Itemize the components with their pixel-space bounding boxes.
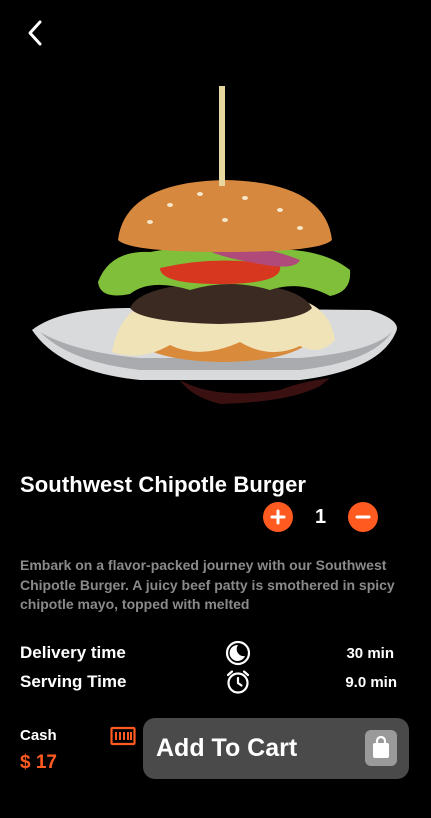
decrease-button[interactable] — [348, 502, 378, 532]
add-to-cart-label: Add To Cart — [156, 734, 298, 762]
serving-time-label: Serving Time — [20, 672, 127, 691]
delivery-time-value: 30 min — [346, 644, 394, 662]
alarm-clock-icon — [226, 670, 250, 694]
cash-icon — [110, 726, 136, 746]
increase-button[interactable] — [263, 502, 293, 532]
product-title: Southwest Chipotle Burger — [20, 472, 307, 497]
burger-image — [32, 86, 397, 404]
delivery-time-row: Delivery time 30 min — [20, 640, 410, 666]
delivery-time-label: Delivery time — [20, 643, 126, 662]
shopping-bag-icon — [365, 730, 397, 766]
chevron-left-icon — [28, 20, 42, 46]
quantity-stepper: 1 — [263, 502, 378, 532]
product-description: Embark on a flavor-packed journey with o… — [20, 557, 395, 612]
minus-icon — [355, 515, 371, 519]
serving-time-row: Serving Time 9.0 min — [20, 669, 410, 695]
cash-label: Cash — [20, 727, 57, 744]
moon-clock-icon — [225, 640, 251, 666]
add-to-cart-button[interactable]: Add To Cart — [143, 718, 409, 779]
back-button[interactable] — [20, 16, 50, 50]
serving-time-value: 9.0 min — [345, 673, 397, 691]
plus-icon — [270, 509, 286, 525]
price-value: $ 17 — [20, 752, 57, 773]
quantity-value: 1 — [314, 505, 327, 528]
